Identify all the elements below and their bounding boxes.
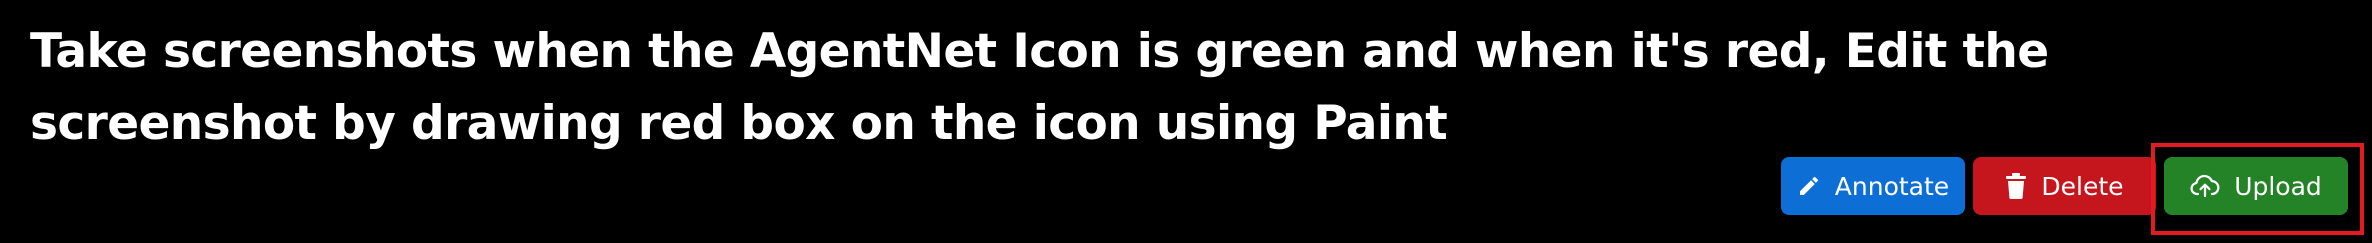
upload-button[interactable]: Upload bbox=[2164, 157, 2348, 215]
task-title: Take screenshots when the AgentNet Icon … bbox=[30, 24, 2049, 151]
upload-label: Upload bbox=[2234, 171, 2322, 201]
pencil-icon bbox=[1797, 174, 1821, 198]
delete-button[interactable]: Delete bbox=[1973, 157, 2156, 215]
annotate-button[interactable]: Annotate bbox=[1781, 157, 1965, 215]
trash-icon bbox=[2005, 173, 2027, 199]
annotate-label: Annotate bbox=[1834, 171, 1950, 201]
cloud-upload-icon bbox=[2190, 174, 2220, 198]
delete-label: Delete bbox=[2041, 171, 2124, 201]
